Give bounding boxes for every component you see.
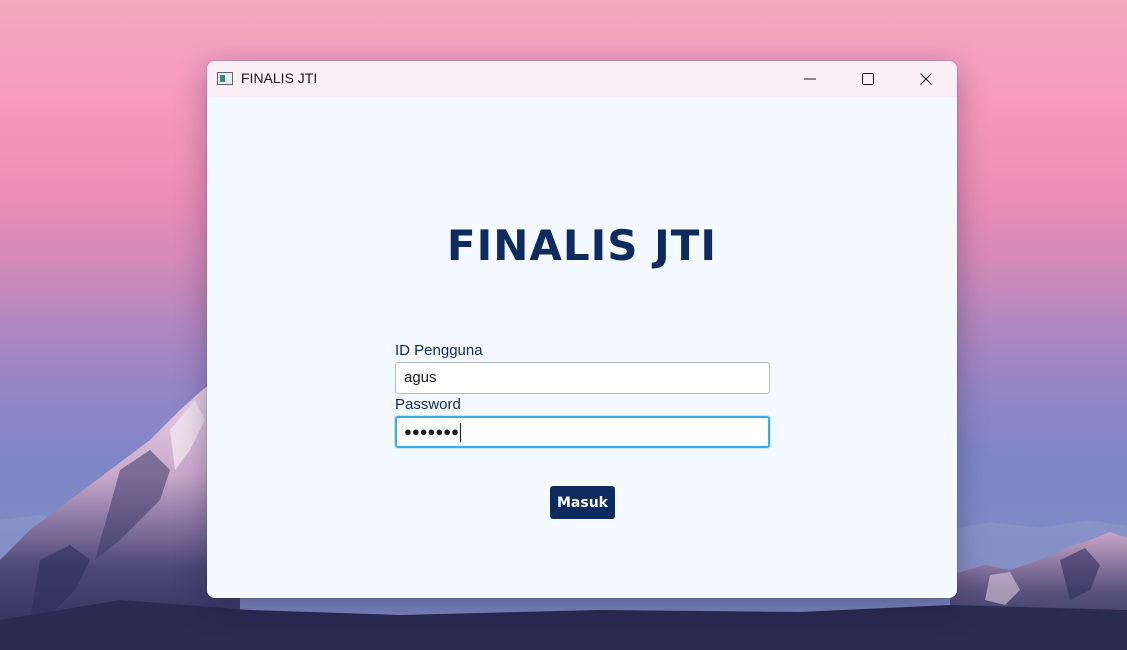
- password-mask: ●●●●●●●: [404, 424, 459, 439]
- window-title: FINALIS JTI: [241, 70, 318, 86]
- user-id-input[interactable]: agus: [395, 362, 770, 394]
- login-window: FINALIS JTI FINALIS JTI ID Pengguna agus…: [207, 61, 957, 598]
- minimize-button[interactable]: [781, 61, 839, 97]
- app-heading: FINALIS JTI: [446, 221, 718, 270]
- maximize-icon: [862, 73, 874, 85]
- user-id-value: agus: [404, 369, 437, 386]
- close-icon: [920, 73, 932, 85]
- password-label: Password: [395, 396, 461, 413]
- title-bar[interactable]: FINALIS JTI: [207, 61, 957, 97]
- password-input[interactable]: ●●●●●●●: [395, 416, 770, 448]
- minimize-icon: [804, 78, 816, 80]
- user-id-label: ID Pengguna: [395, 342, 483, 359]
- close-button[interactable]: [897, 61, 955, 97]
- desktop: FINALIS JTI FINALIS JTI ID Pengguna agus…: [0, 0, 1127, 650]
- app-window-icon: [217, 72, 233, 85]
- maximize-button[interactable]: [839, 61, 897, 97]
- login-button[interactable]: Masuk: [550, 486, 615, 519]
- text-caret: [459, 422, 461, 442]
